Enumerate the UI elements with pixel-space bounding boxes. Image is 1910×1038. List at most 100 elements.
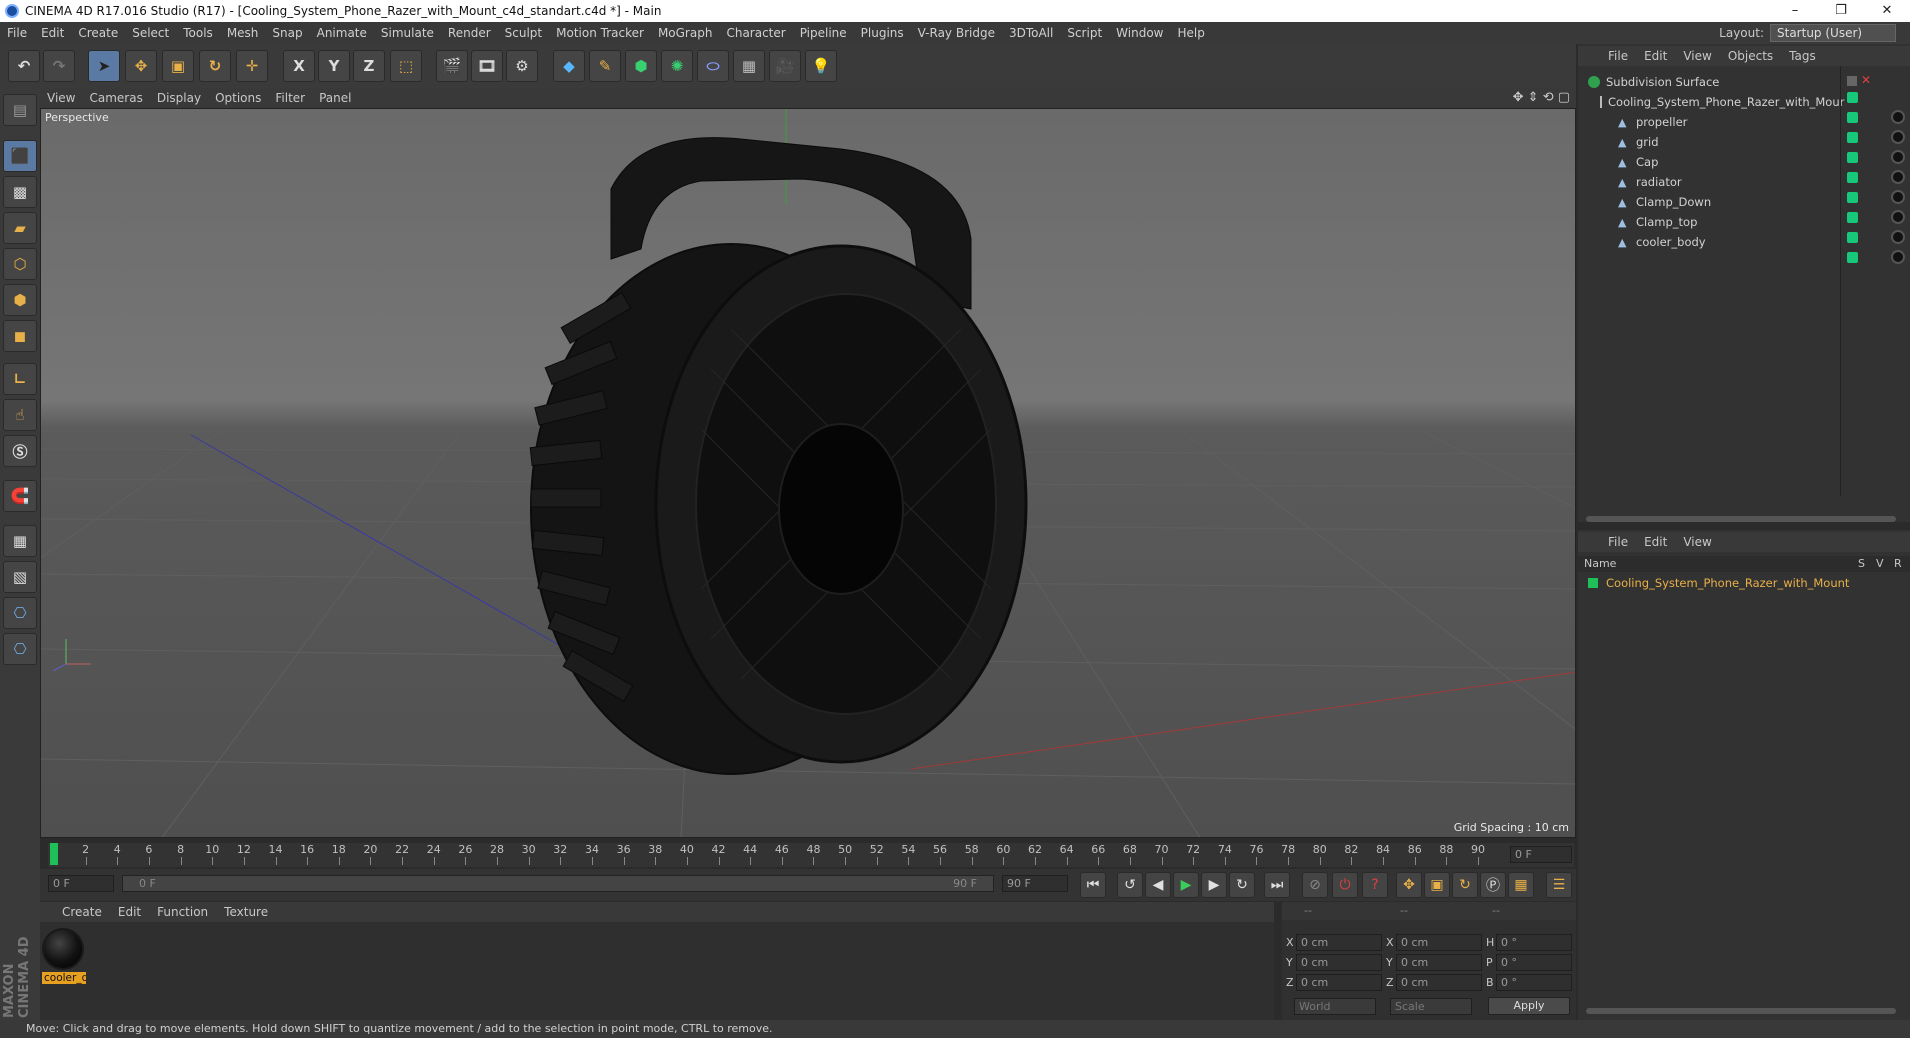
planar-workplane-icon[interactable]: ▧ bbox=[3, 561, 37, 593]
disabled-x-icon[interactable]: ✕ bbox=[1861, 73, 1871, 87]
light-object-icon[interactable]: 💡 bbox=[805, 50, 837, 82]
mm-menu-edit[interactable]: Edit bbox=[110, 905, 149, 919]
viewport-menu-filter[interactable]: Filter bbox=[268, 91, 312, 105]
play-icon[interactable]: ▶ bbox=[1173, 872, 1199, 898]
menu-sculpt[interactable]: Sculpt bbox=[498, 26, 549, 40]
om-menu-edit[interactable]: Edit bbox=[1636, 49, 1675, 63]
pen-spline-icon[interactable]: ✎ bbox=[589, 50, 621, 82]
object-row-clamp-top[interactable]: ▲ Clamp_top bbox=[1578, 212, 1836, 232]
key-rotation-icon[interactable]: ↻ bbox=[1452, 872, 1478, 898]
range-slider[interactable]: 0 F 90 F bbox=[122, 875, 994, 892]
workplane-mode-icon[interactable]: ▰ bbox=[3, 212, 37, 244]
material-tag-icon[interactable] bbox=[1891, 150, 1905, 164]
subdivision-surface-icon[interactable]: ⬢ bbox=[625, 50, 657, 82]
menu-file[interactable]: File bbox=[0, 26, 34, 40]
layer-color-tag[interactable] bbox=[1847, 172, 1858, 183]
lm-menu-edit[interactable]: Edit bbox=[1636, 535, 1675, 549]
solo-mode-icon[interactable]: Ⓢ bbox=[3, 435, 37, 467]
menu-vray-bridge[interactable]: V-Ray Bridge bbox=[911, 26, 1002, 40]
material-tag-icon[interactable] bbox=[1891, 190, 1905, 204]
lm-menu-file[interactable]: File bbox=[1600, 535, 1636, 549]
object-row-radiator[interactable]: ▲ radiator bbox=[1578, 172, 1836, 192]
menu-mograph[interactable]: MoGraph bbox=[651, 26, 720, 40]
coord-pos-x-field[interactable]: 0 cm bbox=[1296, 934, 1382, 951]
coord-mode-select[interactable]: Scale bbox=[1390, 998, 1472, 1015]
object-row-grid[interactable]: ▲ grid bbox=[1578, 132, 1836, 152]
menu-edit[interactable]: Edit bbox=[34, 26, 71, 40]
om-menu-view[interactable]: View bbox=[1675, 49, 1719, 63]
object-row-subdivision[interactable]: Subdivision Surface bbox=[1578, 72, 1836, 92]
tweak-mode-icon[interactable]: ☝ bbox=[3, 399, 37, 431]
coord-rot-p-field[interactable]: 0 ° bbox=[1496, 954, 1572, 971]
timeline-window-icon[interactable]: ☰ bbox=[1546, 872, 1572, 898]
rotate-tool-icon[interactable]: ↻ bbox=[199, 50, 231, 82]
key-position-icon[interactable]: ✥ bbox=[1396, 872, 1422, 898]
layer-color-tag[interactable] bbox=[1847, 232, 1858, 243]
autokey-icon[interactable]: ⏻ bbox=[1332, 872, 1358, 898]
prev-frame-icon[interactable]: ◀ bbox=[1145, 872, 1171, 898]
layout-select[interactable]: Startup (User) bbox=[1770, 24, 1896, 42]
om-menu-objects[interactable]: Objects bbox=[1720, 49, 1781, 63]
edges-mode-icon[interactable]: ⬢ bbox=[3, 284, 37, 316]
object-row-propeller[interactable]: ▲ propeller bbox=[1578, 112, 1836, 132]
layer-color-tag[interactable] bbox=[1847, 92, 1858, 103]
lock-workplane-icon[interactable]: ▦ bbox=[3, 525, 37, 557]
axis-mode-icon[interactable]: ∟ bbox=[3, 363, 37, 395]
menu-snap[interactable]: Snap bbox=[265, 26, 309, 40]
goto-start-icon[interactable]: ⏮ bbox=[1080, 872, 1106, 898]
keyframe-help-icon[interactable]: ? bbox=[1362, 872, 1388, 898]
floor-object-icon[interactable]: ▦ bbox=[733, 50, 765, 82]
coord-pos-y-field[interactable]: 0 cm bbox=[1296, 954, 1382, 971]
texture-mode-icon[interactable]: ▩ bbox=[3, 176, 37, 208]
redo-icon[interactable]: ↷ bbox=[43, 50, 75, 82]
live-selection-icon[interactable]: ✛ bbox=[236, 50, 268, 82]
model-mode-icon[interactable]: ⬛ bbox=[3, 140, 37, 172]
material-tag-icon[interactable] bbox=[1891, 250, 1905, 264]
menu-window[interactable]: Window bbox=[1109, 26, 1170, 40]
record-keys-icon[interactable]: ⊘ bbox=[1302, 872, 1328, 898]
render-settings-icon[interactable]: ⚙ bbox=[506, 50, 538, 82]
layer-color-tag[interactable] bbox=[1847, 132, 1858, 143]
coord-rot-h-field[interactable]: 0 ° bbox=[1496, 934, 1572, 951]
coord-size-x-field[interactable]: 0 cm bbox=[1396, 934, 1482, 951]
layer-row[interactable]: Cooling_System_Phone_Razer_with_Mount bbox=[1588, 574, 1903, 592]
mm-menu-function[interactable]: Function bbox=[149, 905, 216, 919]
coord-rot-b-field[interactable]: 0 ° bbox=[1496, 974, 1572, 991]
material-tag-icon[interactable] bbox=[1891, 230, 1905, 244]
next-frame-icon[interactable]: ▶ bbox=[1201, 872, 1227, 898]
layer-color-tag[interactable] bbox=[1847, 212, 1858, 223]
current-frame-field[interactable]: 0 F bbox=[1510, 846, 1572, 863]
om-menu-tags[interactable]: Tags bbox=[1781, 49, 1824, 63]
points-mode-icon[interactable]: ⬡ bbox=[3, 248, 37, 280]
menu-script[interactable]: Script bbox=[1060, 26, 1109, 40]
material-item[interactable]: cooler_d bbox=[42, 926, 86, 984]
layer-color-tag[interactable] bbox=[1847, 152, 1858, 163]
key-pla-icon[interactable]: ▦ bbox=[1508, 872, 1534, 898]
key-scale-icon[interactable]: ▣ bbox=[1424, 872, 1450, 898]
render-view-icon[interactable]: 🎬 bbox=[436, 50, 468, 82]
menu-3dtoall[interactable]: 3DToAll bbox=[1002, 26, 1060, 40]
lm-menu-view[interactable]: View bbox=[1675, 535, 1719, 549]
move-tool-icon[interactable]: ✥ bbox=[125, 50, 157, 82]
material-tag-icon[interactable] bbox=[1891, 110, 1905, 124]
menu-plugins[interactable]: Plugins bbox=[854, 26, 911, 40]
menu-character[interactable]: Character bbox=[719, 26, 792, 40]
menu-motion-tracker[interactable]: Motion Tracker bbox=[549, 26, 651, 40]
viewport-menu-panel[interactable]: Panel bbox=[312, 91, 358, 105]
menu-create[interactable]: Create bbox=[71, 26, 125, 40]
minimize-button[interactable]: – bbox=[1772, 0, 1818, 22]
layer-toggle-icon[interactable] bbox=[1847, 76, 1857, 86]
cube-object-icon[interactable]: ◆ bbox=[553, 50, 585, 82]
undo-icon[interactable]: ↶ bbox=[8, 50, 40, 82]
camera-object-icon[interactable]: 🎥 bbox=[769, 50, 801, 82]
make-editable-icon[interactable]: ▤ bbox=[3, 94, 37, 126]
material-tag-icon[interactable] bbox=[1891, 130, 1905, 144]
object-row-cap[interactable]: ▲ Cap bbox=[1578, 152, 1836, 172]
restore-button[interactable]: ❐ bbox=[1818, 0, 1864, 22]
coord-size-y-field[interactable]: 0 cm bbox=[1396, 954, 1482, 971]
coord-space-select[interactable]: World bbox=[1294, 998, 1376, 1015]
viewport-menu-options[interactable]: Options bbox=[208, 91, 268, 105]
material-tag-icon[interactable] bbox=[1891, 170, 1905, 184]
next-key-icon[interactable]: ↻ bbox=[1229, 872, 1255, 898]
deformer-icon[interactable]: ⬭ bbox=[697, 50, 729, 82]
